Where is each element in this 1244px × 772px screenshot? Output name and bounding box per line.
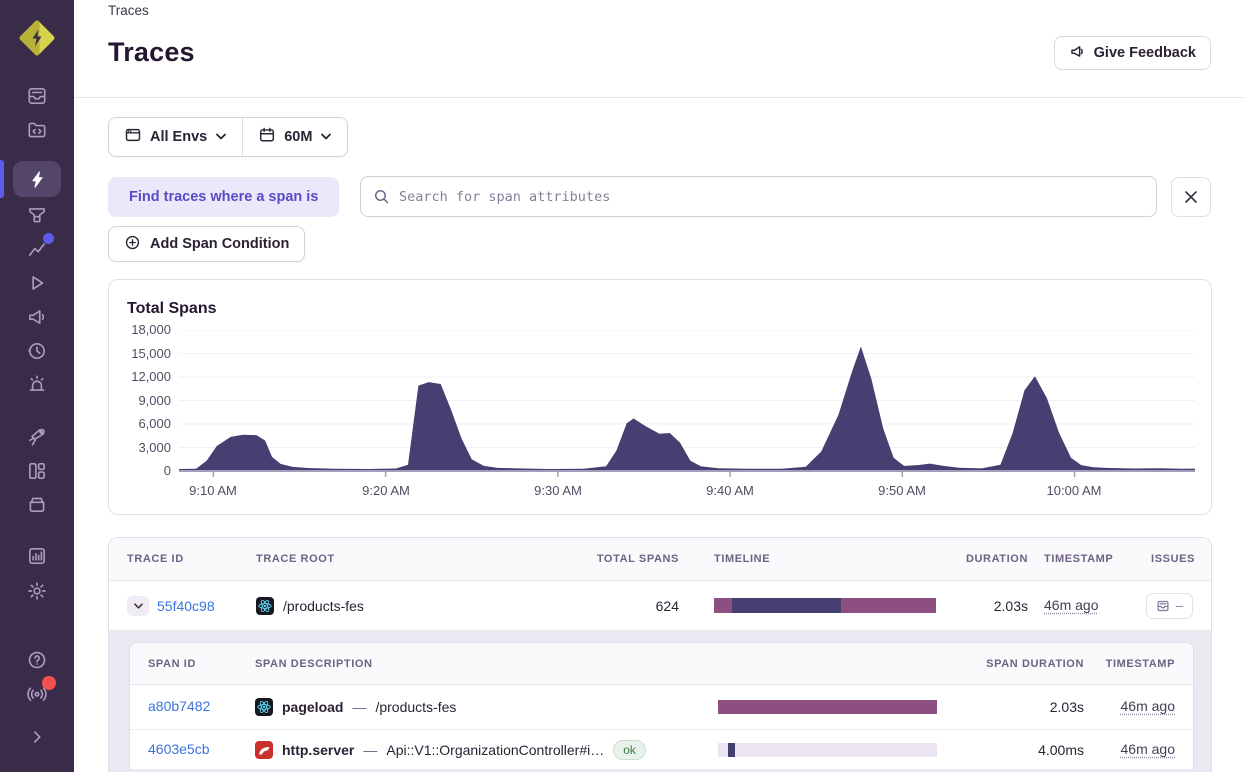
traces-icon[interactable] [0, 169, 74, 190]
breadcrumb[interactable]: Traces [108, 3, 149, 18]
page-title: Traces [108, 37, 195, 67]
timerange-filter[interactable]: 60M [243, 118, 347, 156]
profiling-icon[interactable] [0, 204, 74, 226]
span-separator: — [363, 741, 378, 758]
col-trace-root: TRACE ROOT [256, 553, 335, 565]
col-duration: DURATION [965, 553, 1028, 565]
query-builder-label: Find traces where a span is [108, 177, 340, 217]
search-icon [374, 189, 389, 204]
whats-new-icon[interactable] [0, 681, 74, 703]
expanded-trace-section: SPAN ID SPAN DESCRIPTION SPAN DURATION T… [109, 630, 1211, 772]
insights-icon[interactable] [0, 238, 74, 260]
trace-id-link[interactable]: 55f40c98 [157, 598, 215, 614]
add-span-condition-button[interactable]: Add Span Condition [108, 226, 306, 262]
col-timestamp: TIMESTAMP [1044, 553, 1114, 565]
sidebar [0, 0, 74, 772]
stats-icon[interactable] [0, 545, 74, 567]
whats-new-badge [42, 676, 56, 690]
span-description: Api::V1::OrganizationController#i… [386, 741, 605, 758]
col-trace-id: TRACE ID [127, 553, 184, 565]
window-icon [124, 126, 142, 148]
chevron-down-icon [133, 602, 143, 609]
calendar-icon [258, 126, 276, 148]
span-status-badge: ok [613, 739, 646, 760]
help-icon[interactable] [0, 649, 74, 671]
col-issues: ISSUES [1151, 553, 1195, 565]
react-project-icon [256, 596, 274, 615]
releases-icon[interactable] [0, 493, 74, 515]
spans-table-header: SPAN ID SPAN DESCRIPTION SPAN DURATION T… [130, 643, 1193, 685]
trace-timeline-bar [714, 598, 936, 613]
span-search-box [360, 176, 1157, 217]
settings-icon[interactable] [0, 580, 74, 602]
dashboards-icon[interactable] [0, 460, 74, 482]
span-duration: 2.03s [1049, 699, 1084, 715]
insights-notification-dot [43, 233, 54, 244]
span-id-link[interactable]: 4603e5cb [148, 741, 210, 757]
chevron-down-icon [215, 129, 227, 145]
sentry-logo-icon[interactable] [0, 20, 74, 56]
trace-root-name: /products-fes [283, 597, 364, 614]
crons-icon[interactable] [0, 340, 74, 362]
col-span-timestamp: TIMESTAMP [1105, 657, 1175, 670]
search-input[interactable] [399, 177, 1156, 216]
span-duration-bar [718, 700, 937, 714]
chevron-down-icon [320, 129, 332, 145]
timerange-filter-label: 60M [284, 129, 313, 145]
span-id-link[interactable]: a80b7482 [148, 698, 210, 714]
add-span-condition-label: Add Span Condition [150, 236, 290, 252]
span-duration: 4.00ms [1038, 741, 1084, 758]
span-op: pageload [282, 699, 344, 715]
spans-table: SPAN ID SPAN DESCRIPTION SPAN DURATION T… [129, 642, 1194, 769]
span-row: 4603e5cb http.server — Api::V1::Organiza… [130, 729, 1193, 769]
trace-duration: 2.03s [993, 597, 1028, 614]
col-total-spans: TOTAL SPANS [596, 553, 679, 565]
filter-bar: All Envs 60M [108, 117, 349, 157]
total-spans-chart-panel: Total Spans 0 3,000 6,000 9,000 12,000 15,000… [108, 279, 1212, 515]
main-content: Traces Traces Give Feedback All Envs 60M… [74, 0, 1244, 772]
issues-small-icon [1157, 600, 1169, 611]
give-feedback-button[interactable]: Give Feedback [1053, 36, 1211, 70]
total-spans-chart[interactable] [179, 330, 1195, 478]
trace-issues-count: – [1175, 598, 1184, 613]
trace-timestamp[interactable]: 46m ago [1044, 597, 1098, 613]
col-span-duration: SPAN DURATION [986, 657, 1084, 670]
span-timestamp[interactable]: 46m ago [1121, 698, 1175, 714]
environment-filter-label: All Envs [150, 129, 208, 145]
feedback-icon[interactable] [0, 306, 74, 328]
close-icon [1185, 191, 1197, 203]
span-op: http.server [282, 741, 355, 758]
traces-table-header: TRACE ID TRACE ROOT TOTAL SPANS TIMELINE… [109, 538, 1211, 581]
give-feedback-label: Give Feedback [1093, 45, 1196, 61]
span-timestamp[interactable]: 46m ago [1121, 741, 1175, 757]
ruby-project-icon [255, 740, 273, 759]
span-row: a80b7482 pageload — /products-fes 2.03s … [130, 685, 1193, 729]
issues-icon[interactable] [0, 85, 74, 107]
chart-x-axis-labels: 9:10 AM 9:20 AM 9:30 AM 9:40 AM 9:50 AM 10:00… [189, 483, 1102, 498]
projects-icon[interactable] [0, 119, 74, 141]
plus-circle-icon [124, 234, 141, 255]
col-span-id: SPAN ID [148, 657, 197, 670]
clear-search-button[interactable] [1171, 177, 1211, 217]
traces-table: TRACE ID TRACE ROOT TOTAL SPANS TIMELINE… [108, 537, 1212, 772]
chart-y-axis-labels: 0 3,000 6,000 9,000 12,000 15,000 18,000 [131, 322, 171, 478]
discover-icon[interactable] [0, 426, 74, 448]
collapse-trace-button[interactable] [127, 595, 149, 616]
replays-icon[interactable] [0, 272, 74, 294]
col-span-description: SPAN DESCRIPTION [255, 657, 373, 670]
megaphone-icon [1069, 43, 1086, 64]
span-description: /products-fes [375, 699, 457, 715]
span-duration-bar [718, 742, 937, 757]
traces-page: Traces Traces Give Feedback All Envs 60M… [0, 0, 1244, 772]
total-spans-value: 624 [655, 597, 679, 614]
environment-filter[interactable]: All Envs [109, 118, 242, 156]
header-divider [74, 97, 1244, 98]
span-separator: — [352, 699, 367, 715]
react-project-icon [255, 698, 273, 716]
sidebar-expand-icon[interactable] [0, 728, 74, 746]
trace-row: 55f40c98 /products-fes 624 2.03s 46m ago… [109, 581, 1211, 630]
alerts-icon[interactable] [0, 373, 74, 395]
col-timeline: TIMELINE [714, 553, 771, 565]
trace-issues-button[interactable]: – [1146, 592, 1193, 619]
